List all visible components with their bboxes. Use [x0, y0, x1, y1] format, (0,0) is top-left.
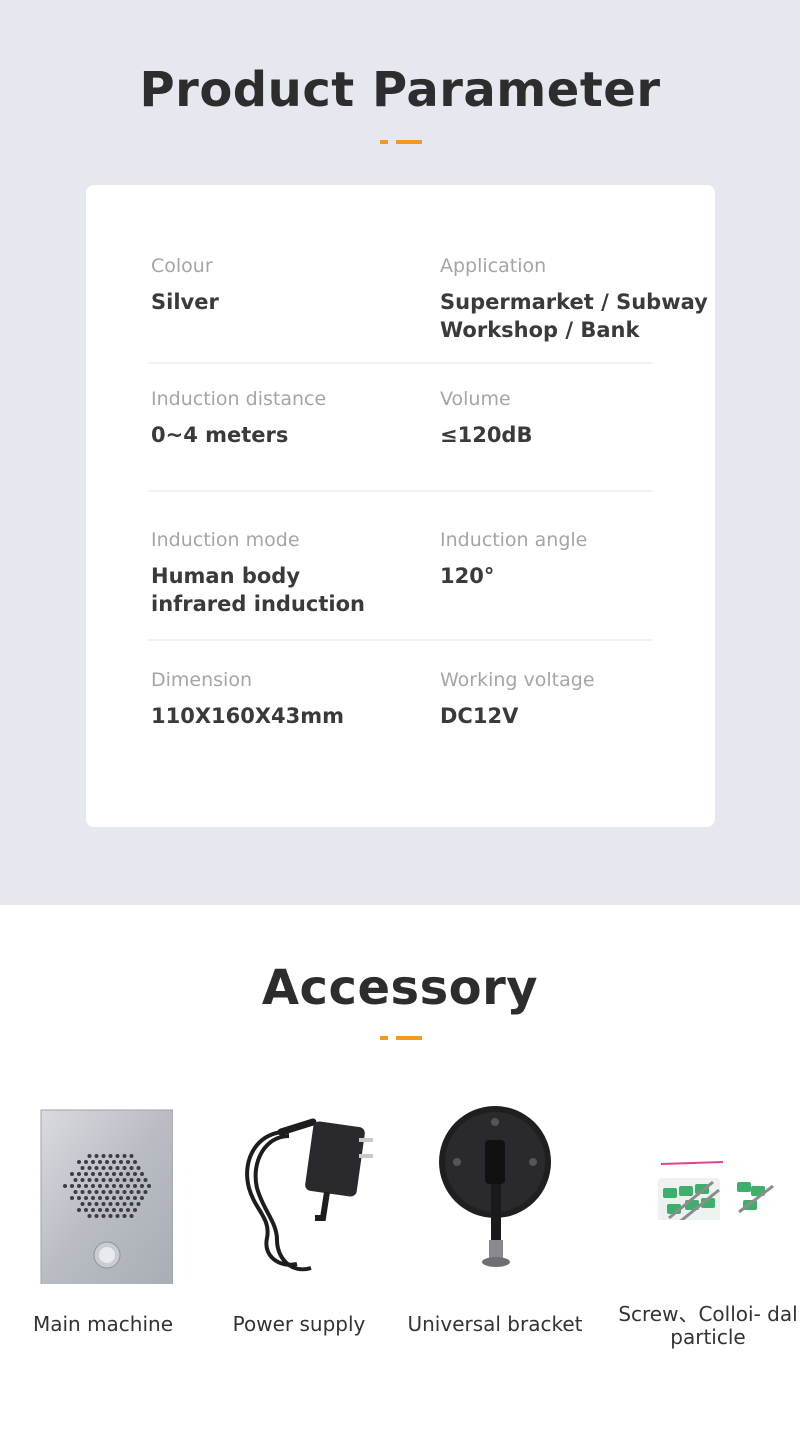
param-induction-angle: Induction angle 120° [440, 527, 710, 590]
accessory-label: Universal bracket [407, 1312, 583, 1336]
title-accent [380, 140, 422, 144]
param-colour: Colour Silver [151, 253, 411, 316]
param-value: Supermarket / Subway Workshop / Bank [440, 290, 708, 342]
screws-image [658, 1161, 774, 1232]
param-value: Human body infrared induction [151, 564, 365, 616]
param-dimension: Dimension 110X160X43mm [151, 667, 411, 730]
param-value: 0~4 meters [151, 423, 289, 447]
accessory-universal-bracket: Universal bracket [395, 1100, 595, 1336]
param-label: Dimension [151, 669, 252, 691]
param-volume: Volume ≤120dB [440, 386, 710, 449]
accessory-main-machine: Main machine [3, 1100, 203, 1336]
title-accent [380, 1036, 422, 1040]
param-value: Silver [151, 290, 219, 314]
param-value: DC12V [440, 704, 519, 728]
power-adapter-image [245, 1118, 373, 1272]
param-label: Application [440, 255, 547, 277]
parameter-title: Product Parameter [139, 62, 661, 118]
accessory-label: Main machine [32, 1312, 174, 1336]
param-induction-distance: Induction distance 0~4 meters [151, 386, 411, 449]
param-label: Induction mode [151, 529, 300, 551]
row-divider [148, 490, 653, 492]
param-label: Colour [151, 255, 213, 277]
accessory-label: Screw、Colloi- dal particle [618, 1302, 798, 1349]
param-label: Induction angle [440, 529, 588, 551]
param-value: ≤120dB [440, 423, 533, 447]
accessory-power-supply: Power supply [199, 1100, 399, 1336]
accessory-label: Power supply [232, 1312, 366, 1336]
param-label: Induction distance [151, 388, 327, 410]
param-application: Application Supermarket / Subway Worksho… [440, 253, 710, 344]
param-value: 120° [440, 564, 495, 588]
param-label: Volume [440, 388, 511, 410]
accessory-screws: Screw、Colloi- dal particle [608, 1100, 800, 1349]
accessory-title: Accessory [261, 960, 539, 1016]
param-induction-mode: Induction mode Human body infrared induc… [151, 527, 411, 618]
row-divider [148, 639, 653, 641]
main-machine-image [40, 1109, 174, 1286]
param-label: Working voltage [440, 669, 595, 691]
row-divider [148, 362, 653, 364]
bracket-image [439, 1106, 551, 1267]
param-value: 110X160X43mm [151, 704, 345, 728]
param-working-voltage: Working voltage DC12V [440, 667, 710, 730]
